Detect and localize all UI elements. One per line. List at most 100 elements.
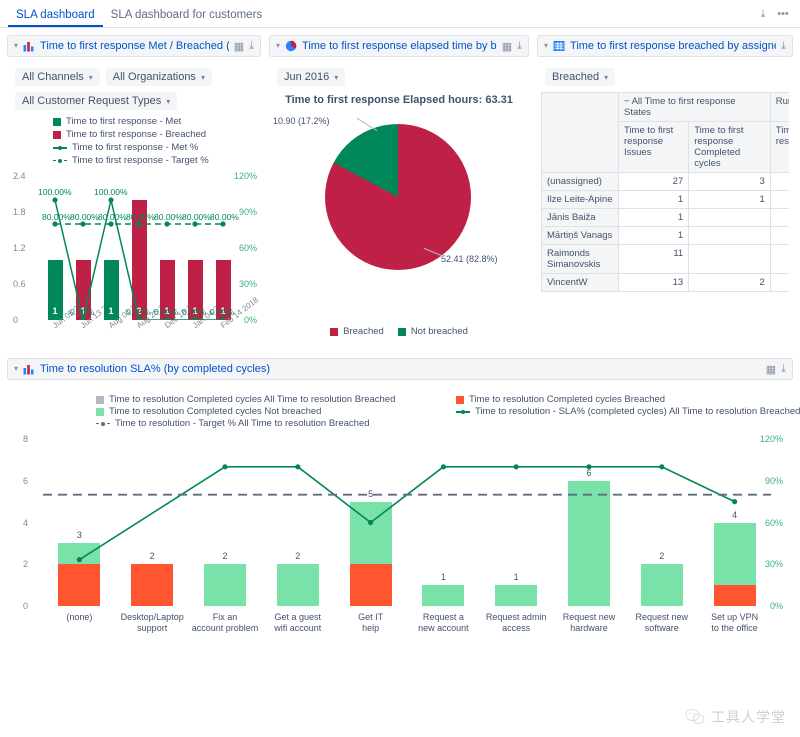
x-axis-tick: Request new hardware [562,612,616,633]
legend-swatch [53,130,61,139]
line-point-label: 0.00% [154,307,179,317]
line-point-label: 100.00% [38,187,72,197]
assignee-name: Jānis Baiža [541,208,619,227]
table-column-header[interactable]: Time to first response Completed cycles [688,121,771,173]
legend-item[interactable]: Time to first response - Breached [53,129,257,140]
chevron-down-icon[interactable]: ▾ [14,365,18,373]
table-column-header[interactable]: Time to first respon Issues [769,121,789,173]
y-axis-tick: 0 [13,315,19,325]
legend-item[interactable]: Time to resolution - SLA% (completed cyc… [456,406,800,417]
table-group-header[interactable]: Runnin [769,92,789,122]
line-point-label: 80.00% [210,212,239,222]
y2-axis-tick: 30% [764,559,783,570]
filter-all-channels[interactable]: All Channels ▾ [15,68,100,86]
gadget-first-response-elapsed: ▾ Time to first response elapsed time by… [268,34,530,340]
chevron-down-icon: ▾ [166,96,171,106]
legend-item[interactable]: Not breached [397,326,468,337]
pie-chart [325,124,471,270]
table-row[interactable]: Ilze Leite-Apine 1 1 [541,190,789,209]
gadget-header-icons: ▦ ⤓ [766,363,786,376]
line-point-label: 80.00% [42,212,71,222]
chevron-down-icon[interactable]: ▾ [544,42,548,50]
gadget-header-icons: ▦ ⤓ [502,40,522,53]
table-row[interactable]: VincentW 13 2 [541,273,789,292]
legend-item[interactable]: Time to first response - Met % [53,142,257,153]
legend-label: Time to resolution Completed cycles All … [109,394,396,405]
table-cell-completed: 1 [688,190,771,209]
filter-label: Breached [552,71,600,83]
tab-sla-dashboard[interactable]: SLA dashboard [8,5,103,27]
legend-item[interactable]: Time to resolution Completed cycles All … [96,394,426,405]
y-axis-tick: 6 [23,475,29,486]
legend-item[interactable]: Breached [330,326,384,337]
y2-axis-tick: 60% [764,517,783,528]
table-row[interactable]: Raimonds Simanovskis 11 [541,244,789,274]
gadget-body: Time to resolution Completed cycles All … [7,380,800,650]
table-corner-cell [541,92,619,173]
table-row[interactable]: Mārtiņš Vanags 1 [541,226,789,245]
table-view-icon[interactable]: ▦ [766,363,776,376]
legend-item[interactable]: Time to resolution Completed cycles Not … [96,406,426,417]
download-icon[interactable]: ⤓ [249,40,254,53]
legend-label: Time to resolution Completed cycles Brea… [469,394,666,405]
filter-pill-group: Breached ▾ [545,68,789,86]
legend-label: Not breached [410,326,468,337]
table-cell-completed [688,208,771,227]
line-point-label: 80.00% [154,212,183,222]
filter-period[interactable]: Jun 2016 ▾ [277,68,346,86]
y2-axis-tick: 0% [769,601,783,611]
table-column-header[interactable]: Time to first response Issues [617,121,690,173]
assignee-name: Raimonds Simanovskis [541,244,619,274]
gadget-header: ▾ Time to resolution SLA% (by completed … [7,358,793,380]
legend-item[interactable]: Time to resolution Completed cycles Brea… [456,394,800,405]
table-view-icon[interactable]: ▦ [502,40,512,53]
line-point-label: 80.00% [182,212,211,222]
table-view-icon[interactable]: ▦ [234,40,244,53]
filter-all-organizations[interactable]: All Organizations ▾ [105,68,212,86]
legend-line-swatch [456,408,470,416]
download-icon[interactable]: ⤓ [754,5,772,23]
assignee-name: Ilze Leite-Apine [541,190,619,209]
pie-label-breached: 52.41 (82.8%) [441,254,498,264]
bar-chart-icon [23,42,34,52]
legend-swatch [456,395,464,404]
gadget-body: All Channels ▾ All Organizations ▾ All C… [7,57,261,350]
gadget-header: ▾ Time to first response breached by ass… [537,35,793,57]
line-point-label: 0.00% [70,307,95,317]
dashboard-actions: ⤓ ••• [754,5,792,27]
download-icon[interactable]: ⤓ [781,40,786,53]
table-scroll-container[interactable]: −All Time to first response StatesRunnin… [541,92,789,292]
legend-item[interactable]: Time to resolution - Target % All Time t… [96,418,426,429]
table-group-header[interactable]: − All Time to first response States [618,92,771,122]
gadget-title: Time to first response breached by assig… [570,40,777,52]
y2-axis-tick: 90% [764,475,783,486]
y2-axis-tick: 90% [238,207,257,217]
legend-label: Time to first response - Target % [72,155,209,166]
tab-sla-dashboard-for-customers[interactable]: SLA dashboard for customers [103,5,271,27]
collapse-icon[interactable]: − [624,96,630,107]
legend-item[interactable]: Time to first response - Met [53,116,257,127]
legend-item[interactable]: Time to first response - Target % [53,155,257,166]
table-cell-completed [688,244,771,274]
chevron-down-icon[interactable]: ▾ [276,42,280,50]
gadget-header-icons: ▦ ⤓ [234,40,254,53]
filter-breached[interactable]: Breached ▾ [545,68,616,86]
download-icon[interactable]: ⤓ [781,363,786,376]
y2-axis-tick: 60% [238,243,257,253]
x-axis-tick: Request admin access [485,612,547,633]
wechat-icon [685,708,705,724]
table-row[interactable]: (unassigned) 27 3 [541,172,789,191]
legend-swatch [330,327,339,336]
more-options-icon[interactable]: ••• [774,5,792,23]
x-axis-tick: Request new software [635,612,689,633]
chevron-down-icon[interactable]: ▾ [14,42,18,50]
legend-swatch [397,327,406,336]
x-axis-tick: Get IT help [358,612,384,633]
gadget-title: Time to first response elapsed time by b… [302,40,497,52]
filter-label: All Channels [22,71,84,83]
download-icon[interactable]: ⤓ [517,40,522,53]
filter-all-customer-request-types[interactable]: All Customer Request Types ▾ [15,92,178,110]
y2-axis-tick: 120% [759,434,783,444]
assignee-name: VincentW [541,273,619,292]
table-row[interactable]: Jānis Baiža 1 [541,208,789,227]
